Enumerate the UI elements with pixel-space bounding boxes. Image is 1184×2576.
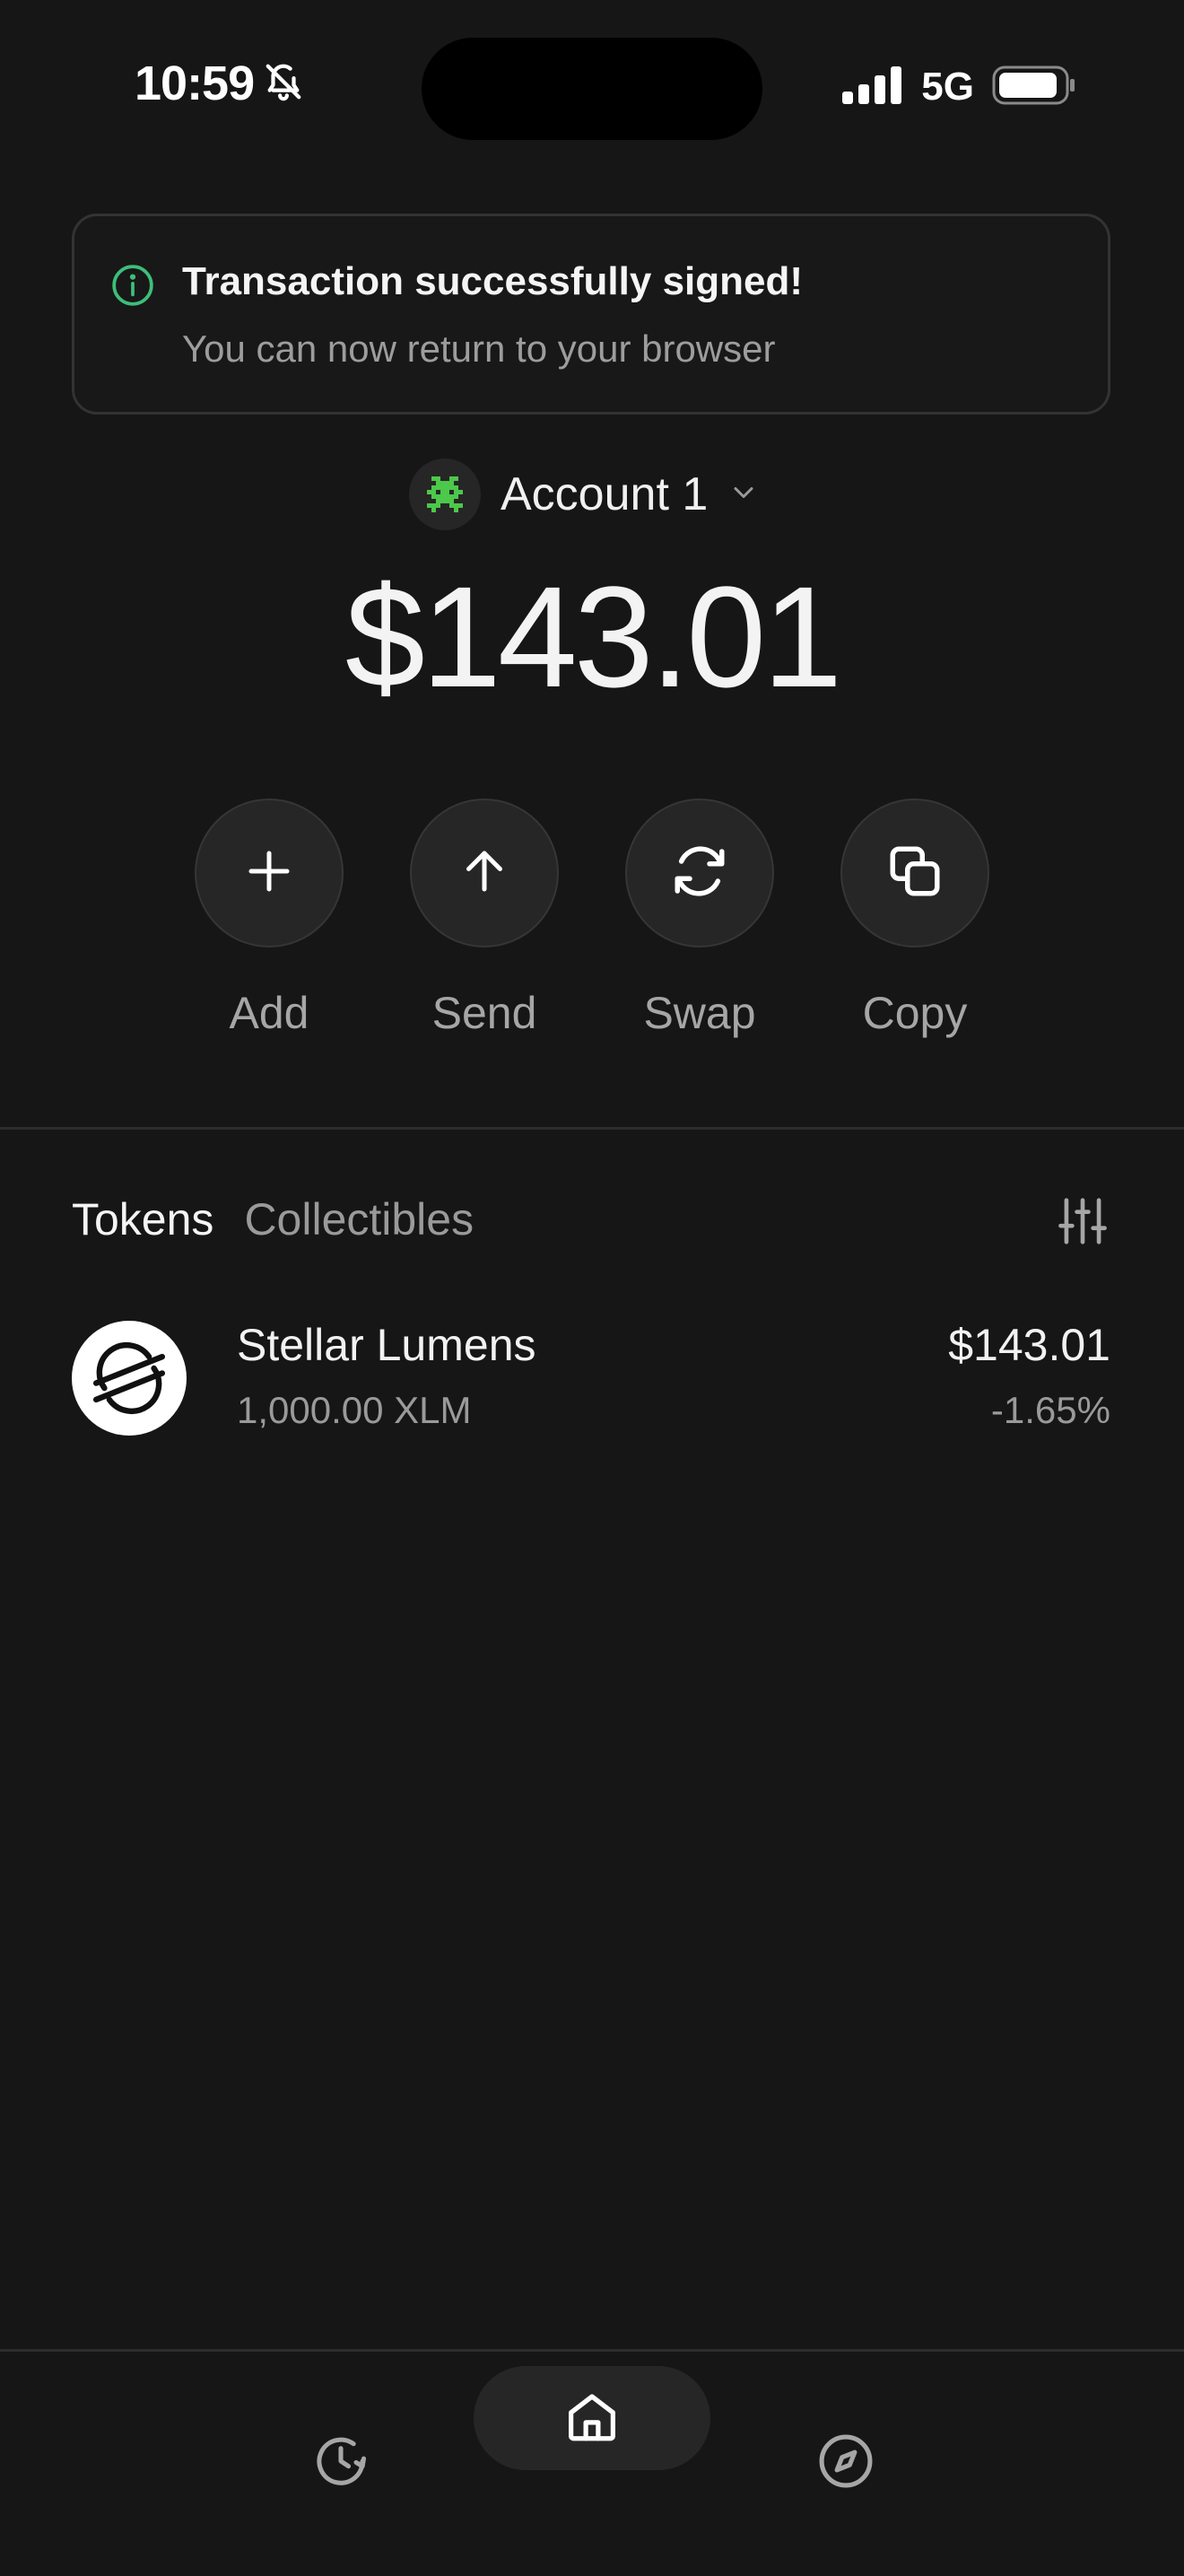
tab-collectibles[interactable]: Collectibles — [244, 1193, 474, 1245]
token-row-xlm[interactable]: Stellar Lumens 1,000.00 XLM $143.01 -1.6… — [72, 1319, 1112, 1436]
account-selector[interactable]: Account 1 — [409, 458, 760, 531]
plus-icon — [242, 844, 296, 903]
token-name: Stellar Lumens — [237, 1320, 536, 1370]
battery-icon — [992, 65, 1076, 109]
success-toast: Transaction successfully signed! You can… — [72, 214, 1110, 415]
send-button-label: Send — [431, 988, 537, 1038]
asset-tabs: Tokens Collectibles — [72, 1193, 474, 1245]
bell-slash-icon — [263, 61, 304, 107]
nav-history[interactable] — [296, 2418, 386, 2508]
token-value: $143.01 — [948, 1320, 1110, 1370]
swap-button-circle[interactable] — [625, 799, 774, 947]
total-balance: $143.01 — [344, 556, 842, 717]
token-amount: 1,000.00 XLM — [237, 1389, 472, 1431]
section-divider — [0, 1127, 1184, 1130]
refresh-icon — [670, 842, 729, 905]
nav-discover[interactable] — [801, 2418, 891, 2508]
network-label: 5G — [921, 65, 974, 109]
token-change: -1.65% — [990, 1389, 1110, 1431]
home-icon — [562, 2387, 622, 2450]
send-button-circle[interactable] — [410, 799, 559, 947]
swap-button[interactable]: Swap — [623, 799, 776, 1039]
status-time-group: 10:59 — [135, 56, 304, 111]
toast-subtitle: You can now return to your browser — [182, 327, 776, 370]
toast-title: Transaction successfully signed! — [182, 259, 804, 303]
nav-home[interactable] — [474, 2366, 710, 2470]
sliders-icon[interactable] — [1055, 1193, 1110, 1253]
compass-icon — [815, 2431, 876, 2496]
copy-button-circle[interactable] — [840, 799, 989, 947]
add-button-circle[interactable] — [195, 799, 344, 947]
dynamic-island — [422, 38, 762, 140]
add-button[interactable]: Add — [193, 799, 345, 1039]
tab-tokens[interactable]: Tokens — [72, 1193, 213, 1245]
arrow-up-icon — [457, 844, 511, 903]
status-indicators: 5G — [842, 65, 1076, 109]
copy-button-label: Copy — [862, 988, 968, 1038]
send-button[interactable]: Send — [408, 799, 561, 1039]
signal-bars-icon — [842, 65, 903, 109]
swap-button-label: Swap — [643, 988, 756, 1038]
copy-button[interactable]: Copy — [839, 799, 991, 1039]
clock-history-icon — [310, 2431, 371, 2496]
status-bar: 10:59 5G — [0, 0, 1184, 170]
chevron-down-icon — [727, 476, 760, 513]
add-button-label: Add — [229, 988, 309, 1038]
info-circle-icon — [110, 263, 155, 312]
pixel-avatar-icon — [409, 458, 481, 530]
stellar-logo-icon — [72, 1321, 187, 1436]
copy-icon — [885, 842, 945, 905]
account-name: Account 1 — [501, 468, 709, 520]
bottom-nav — [0, 2349, 1184, 2576]
status-time: 10:59 — [135, 57, 255, 110]
